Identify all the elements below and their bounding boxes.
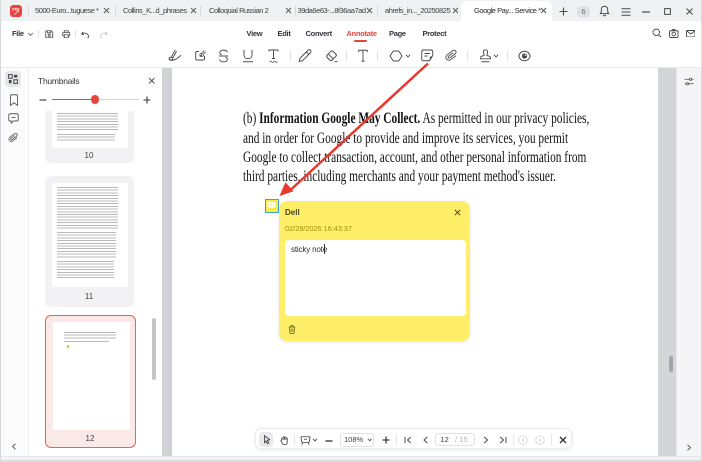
svg-text:PDF: PDF (12, 7, 20, 11)
